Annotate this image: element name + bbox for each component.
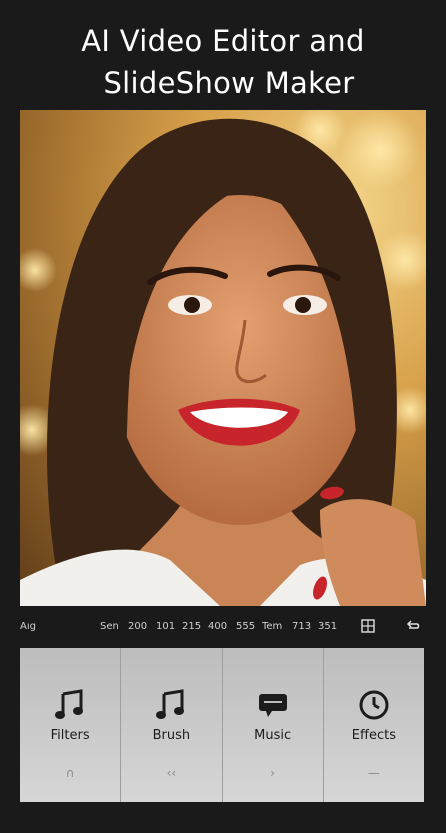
music-note-icon: [55, 689, 84, 719]
timeline-value: 351: [318, 621, 338, 632]
header: AI Video Editor and SlideShow Maker: [0, 0, 446, 110]
undo-icon[interactable]: [405, 618, 421, 634]
tool-label: Filters: [50, 728, 90, 743]
tool-label: Music: [254, 728, 292, 743]
effects-tool-button[interactable]: Effects —: [323, 648, 424, 802]
timeline-value: Sen: [100, 621, 119, 632]
preview-photo[interactable]: [20, 110, 426, 606]
grid-icon[interactable]: [360, 618, 376, 634]
tool-sub-glyph: —: [367, 766, 380, 780]
tool-sub-glyph: ∩: [65, 766, 75, 780]
tool-sub-glyph: ‹‹: [166, 766, 177, 780]
tool-label: Brush: [152, 728, 191, 743]
timeline-value: 101: [156, 621, 176, 632]
chat-icon: [258, 694, 287, 717]
portrait-image: [20, 110, 426, 606]
clock-icon: [359, 690, 389, 720]
timeline-value: Tem: [262, 621, 283, 632]
timeline-value: 400: [208, 621, 228, 632]
timeline-value: 555: [236, 621, 256, 632]
timeline-value: 215: [182, 621, 202, 632]
music-note-icon: [156, 689, 185, 719]
timeline-value: 713: [292, 621, 312, 632]
music-tool-button[interactable]: Music ›: [222, 648, 324, 802]
tool-label: Effects: [351, 728, 396, 743]
brush-tool-button[interactable]: Brush ‹‹: [121, 648, 223, 802]
tool-bar: Filters ∩ Brush ‹‹ Music › Effects —: [20, 648, 424, 802]
timeline-bar[interactable]: Aıg Sen 200 101 215 400 555 Tem 713 351: [0, 612, 446, 642]
timeline-value: 200: [128, 621, 148, 632]
app-title-line-1: AI Video Editor and: [81, 24, 365, 58]
tool-sub-glyph: ›: [270, 766, 276, 780]
filters-tool-button[interactable]: Filters ∩: [20, 648, 122, 802]
timeline-left-label: Aıg: [20, 621, 36, 632]
app-title-line-2: SlideShow Maker: [103, 66, 355, 100]
